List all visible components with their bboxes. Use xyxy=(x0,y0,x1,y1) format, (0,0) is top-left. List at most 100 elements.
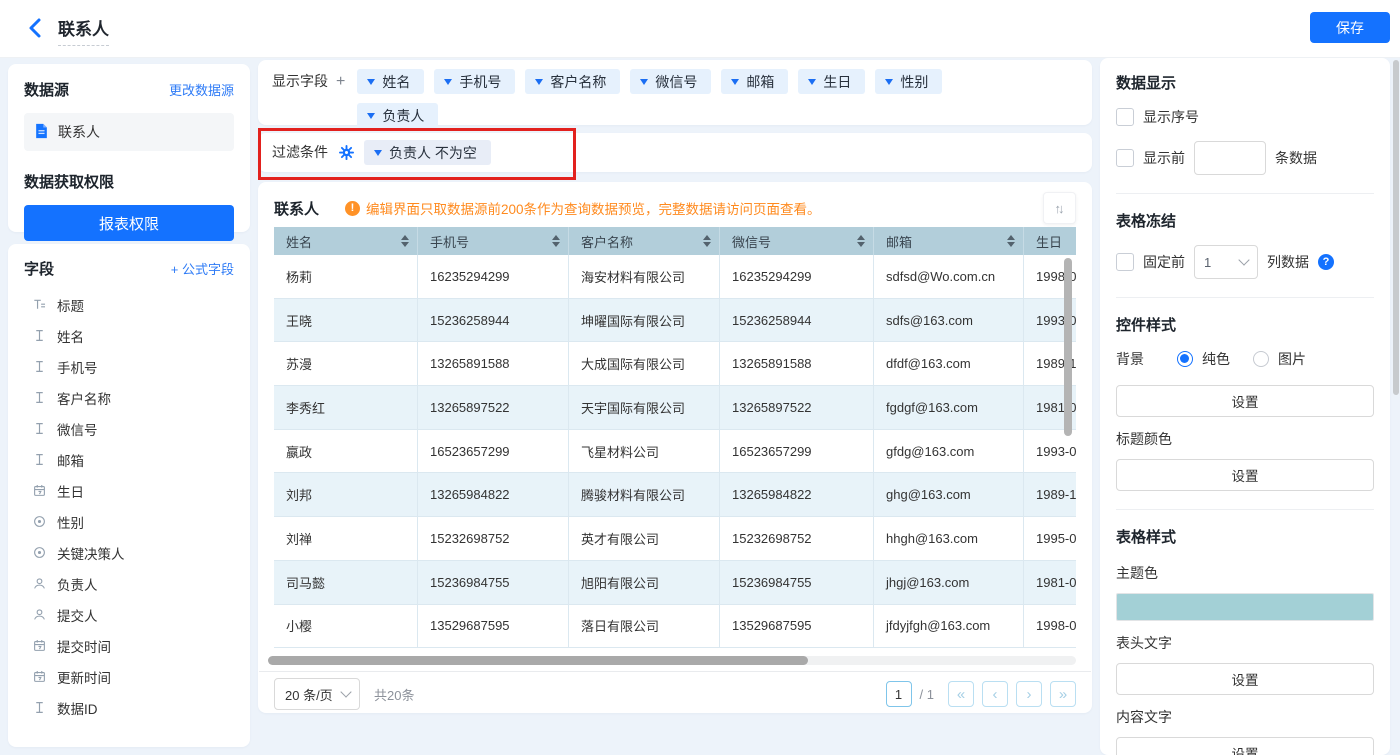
display-field-chip[interactable]: 性别 xyxy=(875,69,943,94)
table-cell: sdfsd@Wo.com.cn xyxy=(874,255,1024,299)
horizontal-scrollbar-thumb[interactable] xyxy=(268,656,808,665)
chip-label: 负责人 不为空 xyxy=(389,144,477,161)
chevron-down-icon xyxy=(1238,254,1250,266)
settings-panel: 数据显示 显示序号 显示前 条数据 表格冻结 固定前 1 列数据 ? 控件样式 … xyxy=(1100,58,1390,755)
person-icon xyxy=(32,607,47,622)
background-set-button[interactable]: 设置 xyxy=(1116,385,1374,417)
solid-color-radio[interactable] xyxy=(1177,351,1193,367)
column-header-label: 姓名 xyxy=(286,234,313,250)
field-item[interactable]: 数据ID xyxy=(24,692,234,723)
last-page-button[interactable]: » xyxy=(1050,681,1076,707)
field-item[interactable]: 负责人 xyxy=(24,568,234,599)
field-item[interactable]: 姓名 xyxy=(24,320,234,351)
report-permission-button[interactable]: 报表权限 xyxy=(24,205,234,241)
display-field-chip[interactable]: 邮箱 xyxy=(721,69,789,94)
next-page-button[interactable]: › xyxy=(1016,681,1042,707)
sort-order-tool[interactable]: ↑↓ xyxy=(1043,192,1076,224)
page-scrollbar-thumb[interactable] xyxy=(1393,60,1399,395)
page-size-select[interactable]: 20 条/页 xyxy=(274,678,360,710)
field-item[interactable]: 手机号 xyxy=(24,351,234,382)
column-header-label: 邮箱 xyxy=(886,234,913,250)
display-field-chip[interactable]: 客户名称 xyxy=(525,69,621,94)
field-item[interactable]: 提交时间 xyxy=(24,630,234,661)
vertical-scrollbar-thumb[interactable] xyxy=(1064,258,1072,436)
display-field-chip[interactable]: 姓名 xyxy=(357,69,425,94)
table-panel: 联系人 ! 编辑界面只取数据源前200条作为查询数据预览，完整数据请访问页面查看… xyxy=(258,182,1092,713)
table-cell: jhgj@163.com xyxy=(874,560,1024,605)
sort-up-icon xyxy=(857,235,865,240)
title-color-set-button[interactable]: 设置 xyxy=(1116,459,1374,491)
field-item-label: 负责人 xyxy=(57,577,98,593)
table-cell: 1981-06 xyxy=(1024,561,1076,605)
field-item[interactable]: 生日 xyxy=(24,475,234,506)
content-text-set-button[interactable]: 设置 xyxy=(1116,737,1374,755)
column-header[interactable]: 生日 xyxy=(1024,227,1076,255)
table-cell: 1993-08 xyxy=(1024,430,1076,474)
permission-title: 数据获取权限 xyxy=(24,174,115,191)
header-text-set-button[interactable]: 设置 xyxy=(1116,663,1374,695)
table-body: 杨莉 16235294299 海安材料有限公司 16235294299 sdfsd@Wo… xyxy=(274,255,1076,648)
data-table: 姓名 手机号 客户名称 微信号 邮箱 生日 杨莉 16235294299 海安材料有限公司 16… xyxy=(274,227,1076,648)
column-header[interactable]: 客户名称 xyxy=(569,227,720,255)
freeze-checkbox[interactable] xyxy=(1116,253,1134,271)
field-item[interactable]: 客户名称 xyxy=(24,382,234,413)
page-title[interactable]: 联系人 xyxy=(58,15,109,46)
top-bar: 联系人 保存 xyxy=(0,0,1400,58)
text-icon xyxy=(32,328,47,343)
display-field-chip[interactable]: 微信号 xyxy=(630,69,712,94)
change-datasource-link[interactable]: 更改数据源 xyxy=(169,80,234,99)
filter-condition-chip[interactable]: 负责人 不为空 xyxy=(364,140,491,165)
display-field-chip[interactable]: 生日 xyxy=(798,69,866,94)
filter-panel: 过滤条件 负责人 不为空 xyxy=(258,133,1092,172)
page-number-input[interactable]: 1 xyxy=(885,681,912,707)
title-icon xyxy=(32,297,47,312)
first-page-button[interactable]: « xyxy=(948,681,974,707)
back-icon[interactable] xyxy=(26,17,46,39)
table-cell: 15236258944 xyxy=(418,298,569,343)
field-item[interactable]: 关键决策人 xyxy=(24,537,234,568)
table-cell: sdfs@163.com xyxy=(874,298,1024,343)
table-cell: 13265891588 xyxy=(418,342,569,387)
image-radio[interactable] xyxy=(1253,351,1269,367)
column-header-label: 微信号 xyxy=(732,234,772,250)
field-item[interactable]: 性别 xyxy=(24,506,234,537)
table-cell: 13529687595 xyxy=(418,604,569,648)
column-header[interactable]: 姓名 xyxy=(274,227,418,255)
field-item[interactable]: 标题 xyxy=(24,289,234,320)
table-row: 刘邦 13265984822 腾骏材料有限公司 13265984822 ghg@163.… xyxy=(274,473,1076,518)
field-item[interactable]: 提交人 xyxy=(24,599,234,630)
freeze-title: 表格冻结 xyxy=(1116,213,1177,230)
table-cell: 13265984822 xyxy=(720,473,874,518)
table-cell: 海安材料有限公司 xyxy=(569,255,720,299)
field-item-label: 提交时间 xyxy=(57,639,111,655)
chevron-down-icon xyxy=(367,112,376,119)
help-icon[interactable]: ? xyxy=(1318,254,1334,270)
add-display-field-button[interactable]: + xyxy=(336,69,345,94)
show-first-checkbox[interactable] xyxy=(1116,149,1134,167)
display-field-chip[interactable]: 负责人 xyxy=(357,103,439,128)
freeze-count-select[interactable]: 1 xyxy=(1194,245,1258,279)
gear-icon[interactable] xyxy=(338,145,354,161)
show-index-checkbox[interactable] xyxy=(1116,108,1134,126)
column-header[interactable]: 邮箱 xyxy=(874,227,1024,255)
person-icon xyxy=(32,576,47,591)
prev-page-button[interactable]: ‹ xyxy=(982,681,1008,707)
chevron-down-icon xyxy=(444,78,453,85)
add-formula-field-link[interactable]: + 公式字段 xyxy=(171,259,234,278)
column-header[interactable]: 微信号 xyxy=(720,227,874,255)
field-item[interactable]: 更新时间 xyxy=(24,661,234,692)
table-header-row: 姓名 手机号 客户名称 微信号 邮箱 生日 xyxy=(274,227,1076,255)
title-color-label: 标题颜色 xyxy=(1116,431,1172,447)
field-item[interactable]: 邮箱 xyxy=(24,444,234,475)
divider xyxy=(1116,509,1374,510)
page-size-value: 20 条/页 xyxy=(285,687,333,703)
warning-icon: ! xyxy=(345,200,361,216)
sort-arrows-icon xyxy=(552,235,560,247)
datasource-item[interactable]: 联系人 xyxy=(24,113,234,151)
row-limit-input[interactable] xyxy=(1194,141,1266,175)
field-item[interactable]: 微信号 xyxy=(24,413,234,444)
column-header[interactable]: 手机号 xyxy=(418,227,569,255)
save-button[interactable]: 保存 xyxy=(1310,12,1390,43)
theme-color-swatch[interactable] xyxy=(1116,593,1374,621)
display-field-chip[interactable]: 手机号 xyxy=(434,69,516,94)
